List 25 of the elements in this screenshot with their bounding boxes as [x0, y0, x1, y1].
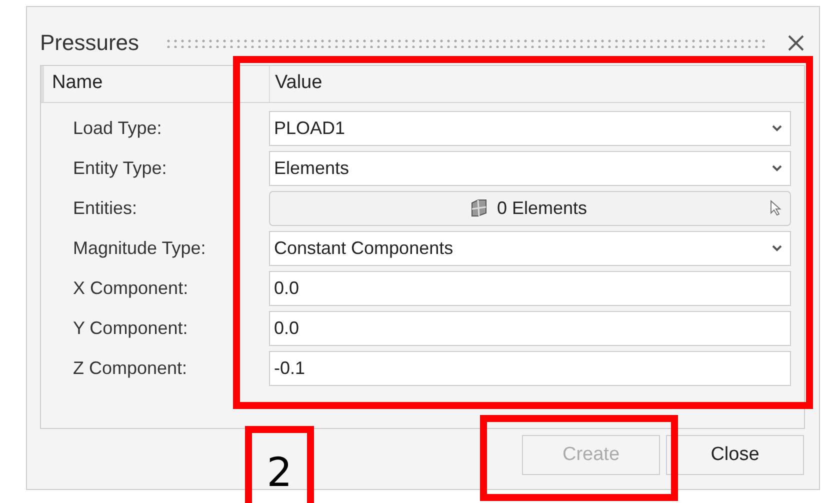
chevron-down-icon: [772, 244, 782, 252]
close-icon[interactable]: [787, 34, 805, 52]
field-label: Entity Type:: [72, 158, 168, 178]
field-label: Magnitude Type:: [72, 238, 207, 258]
field-label: Z Component:: [72, 358, 188, 378]
dialog-title: Pressures: [40, 30, 140, 56]
input-field[interactable]: -0.1: [269, 350, 791, 386]
dropdown[interactable]: Elements: [269, 150, 791, 186]
field-label: Entities:: [72, 198, 138, 218]
step-number: 2: [245, 426, 314, 503]
dropdown[interactable]: Constant Components: [269, 230, 791, 266]
field-label: Y Component:: [72, 318, 189, 338]
dropdown[interactable]: PLOAD1: [269, 110, 791, 146]
grid-cube-icon: [468, 198, 487, 218]
column-header: Name: [41, 66, 269, 102]
dialog-button[interactable]: Close: [666, 435, 804, 475]
column-header: Value: [269, 66, 804, 102]
chevron-down-icon: [772, 164, 782, 172]
entity-selector[interactable]: 0 Elements: [269, 190, 791, 226]
cursor-icon: [770, 200, 782, 216]
field-label: X Component:: [72, 278, 190, 298]
field-label: Load Type:: [72, 118, 163, 138]
input-field[interactable]: 0.0: [269, 310, 791, 346]
chevron-down-icon: [772, 124, 782, 132]
input-field[interactable]: 0.0: [269, 270, 791, 306]
